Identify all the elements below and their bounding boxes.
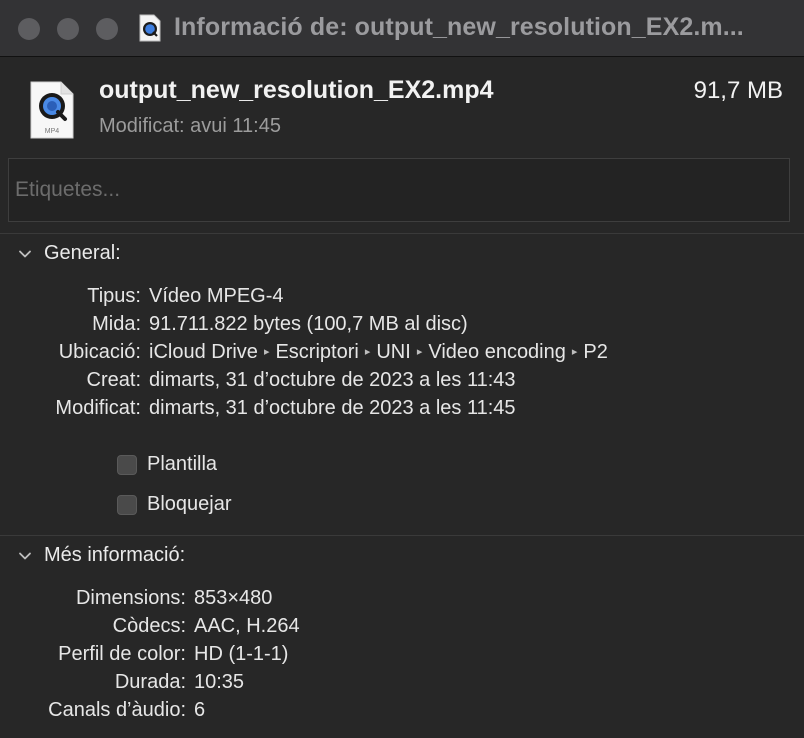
row-value: 10:35 xyxy=(194,671,245,693)
row-value: 6 xyxy=(194,699,206,721)
info-window: Informació de: output_new_resolution_EX2… xyxy=(0,0,804,738)
row-value: Vídeo MPEG-4 xyxy=(149,285,284,307)
row-label: Perfil de color: xyxy=(58,643,186,665)
zoom-button[interactable] xyxy=(96,18,118,40)
row-value: dimarts, 31 d’octubre de 2023 a les 11:4… xyxy=(149,397,516,419)
modified-date: Modificat: avui 11:45 xyxy=(99,115,281,137)
path-item[interactable]: Video encoding xyxy=(428,341,566,363)
info-row-created: Creat: dimarts, 31 d’octubre de 2023 a l… xyxy=(0,369,804,397)
window-title: Informació de: output_new_resolution_EX2… xyxy=(174,13,744,41)
path-item[interactable]: UNI xyxy=(376,341,410,363)
video-file-icon xyxy=(139,14,161,42)
info-row-size: Mida: 91.711.822 bytes (100,7 MB al disc… xyxy=(0,313,804,341)
location-path: iCloud Drive ▸ Escriptori ▸ UNI ▸ Video encodi… xyxy=(149,341,608,364)
general-heading: General: xyxy=(44,242,121,264)
row-label: Durada: xyxy=(114,671,186,693)
path-item[interactable]: Escriptori xyxy=(275,341,358,363)
info-row-modified: Modificat: dimarts, 31 d’octubre de 2023… xyxy=(0,397,804,425)
file-size: 91,7 MB xyxy=(693,77,783,104)
checkbox-box[interactable] xyxy=(117,454,137,475)
mp4-badge: MP4 xyxy=(45,128,60,135)
row-label: Canals d’àudio: xyxy=(48,699,186,721)
row-value: AAC, H.264 xyxy=(194,615,300,637)
info-row-codecs: Còdecs: AAC, H.264 xyxy=(0,615,804,643)
close-button[interactable] xyxy=(18,18,40,40)
row-label: Creat: xyxy=(86,369,141,391)
path-separator-icon: ▸ xyxy=(416,346,423,358)
chevron-down-icon xyxy=(19,552,31,559)
row-label: Tipus: xyxy=(87,285,141,307)
checkbox-box[interactable] xyxy=(117,494,137,515)
row-label: Mida: xyxy=(92,313,141,335)
path-separator-icon: ▸ xyxy=(571,346,578,358)
info-row-type: Tipus: Vídeo MPEG-4 xyxy=(0,285,804,313)
lock-checkbox[interactable]: Bloquejar xyxy=(117,493,232,516)
checkbox-label: Bloquejar xyxy=(147,493,232,515)
path-separator-icon: ▸ xyxy=(263,346,270,358)
row-label: Modificat: xyxy=(55,397,141,419)
mp4-file-icon: MP4 xyxy=(30,81,74,139)
path-item[interactable]: iCloud Drive xyxy=(149,341,258,363)
info-row-location: Ubicació: iCloud Drive ▸ Escriptori ▸ UNI ▸ Vi… xyxy=(0,341,804,369)
divider xyxy=(0,233,804,234)
chevron-down-icon xyxy=(19,250,31,257)
more-info-section-toggle[interactable]: Més informació: xyxy=(18,544,185,567)
row-value: HD (1-1-1) xyxy=(194,643,289,665)
row-label: Dimensions: xyxy=(75,587,186,609)
row-value: 853×480 xyxy=(194,587,273,609)
info-row-audio-channels: Canals d’àudio: 6 xyxy=(0,699,804,727)
file-name: output_new_resolution_EX2.mp4 xyxy=(99,76,494,104)
title-bar[interactable]: Informació de: output_new_resolution_EX2… xyxy=(0,0,804,57)
minimize-button[interactable] xyxy=(57,18,79,40)
row-label: Ubicació: xyxy=(58,341,141,363)
divider xyxy=(0,535,804,536)
row-value: dimarts, 31 d’octubre de 2023 a les 11:4… xyxy=(149,369,516,391)
checkbox-label: Plantilla xyxy=(147,453,218,475)
general-section-toggle[interactable]: General: xyxy=(18,242,121,265)
path-separator-icon: ▸ xyxy=(364,346,371,358)
row-label: Còdecs: xyxy=(112,615,186,637)
row-value: 91.711.822 bytes (100,7 MB al disc) xyxy=(149,313,468,335)
more-info-heading: Més informació: xyxy=(44,544,186,566)
template-checkbox[interactable]: Plantilla xyxy=(117,453,217,476)
info-row-dimensions: Dimensions: 853×480 xyxy=(0,587,804,615)
info-row-duration: Durada: 10:35 xyxy=(0,671,804,699)
tags-input[interactable] xyxy=(8,158,790,222)
path-item[interactable]: P2 xyxy=(583,341,607,363)
info-row-color-profile: Perfil de color: HD (1-1-1) xyxy=(0,643,804,671)
